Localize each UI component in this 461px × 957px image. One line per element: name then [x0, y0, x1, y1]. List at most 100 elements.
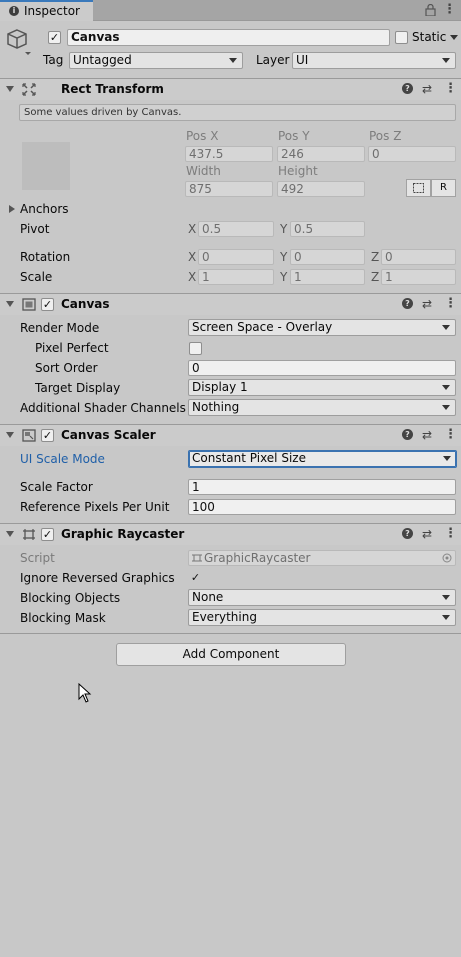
- foldout-icon[interactable]: [6, 531, 14, 537]
- width-field[interactable]: 875: [185, 181, 273, 197]
- script-icon: [192, 554, 202, 562]
- target-display-dropdown[interactable]: Display 1: [188, 379, 456, 396]
- graphic-raycaster-enabled-toggle[interactable]: ✓: [41, 528, 54, 541]
- static-toggle[interactable]: [395, 31, 408, 44]
- canvas-header[interactable]: ✓ Canvas ? ⇄ ⋮: [0, 293, 461, 315]
- ref-ppu-field[interactable]: 100: [188, 499, 456, 515]
- raw-edit-button[interactable]: R: [431, 179, 456, 197]
- tab-label: Inspector: [24, 4, 80, 18]
- pixel-perfect-label: Pixel Perfect: [35, 341, 109, 355]
- ui-scale-mode-dropdown[interactable]: Constant Pixel Size: [188, 450, 457, 468]
- chevron-down-icon: [443, 456, 451, 461]
- gameobject-name-input[interactable]: Canvas: [67, 29, 390, 46]
- canvas-scaler-header[interactable]: ✓ Canvas Scaler ? ⇄ ⋮: [0, 424, 461, 446]
- foldout-icon[interactable]: [6, 86, 14, 92]
- canvas-scaler-enabled-toggle[interactable]: ✓: [41, 429, 54, 442]
- info-icon: i: [9, 6, 19, 16]
- pos-z-field[interactable]: 0: [368, 146, 456, 162]
- preset-icon[interactable]: ⇄: [422, 82, 432, 96]
- layer-dropdown[interactable]: UI: [292, 52, 456, 69]
- tag-dropdown[interactable]: Untagged: [69, 52, 243, 69]
- target-display-label: Target Display: [35, 381, 121, 395]
- tab-inspector[interactable]: i Inspector: [0, 0, 93, 21]
- preset-icon[interactable]: ⇄: [422, 297, 432, 311]
- blueprint-mode-button[interactable]: [406, 179, 431, 197]
- pivot-x-field[interactable]: 0.5: [198, 221, 274, 237]
- rotation-y-field[interactable]: 0: [290, 249, 365, 265]
- shader-channels-label: Additional Shader Channels: [20, 401, 186, 415]
- script-field[interactable]: GraphicRaycaster: [188, 550, 456, 566]
- canvas-scaler-icon: [22, 429, 36, 442]
- ignore-reversed-checkbox[interactable]: ✓: [189, 572, 202, 585]
- help-icon[interactable]: ?: [402, 528, 413, 539]
- scale-z-field[interactable]: 1: [381, 269, 456, 285]
- gameobject-active-toggle[interactable]: ✓: [48, 31, 61, 44]
- foldout-icon[interactable]: [6, 301, 14, 307]
- pivot-y-field[interactable]: 0.5: [290, 221, 365, 237]
- chevron-down-icon: [442, 58, 450, 63]
- add-component-button[interactable]: Add Component: [116, 643, 346, 666]
- blocking-objects-dropdown[interactable]: None: [188, 589, 456, 606]
- render-mode-dropdown[interactable]: Screen Space - Overlay: [188, 319, 456, 336]
- scale-label: Scale: [20, 270, 53, 284]
- graphic-raycaster-icon: [23, 529, 35, 540]
- pixel-perfect-checkbox[interactable]: [189, 342, 202, 355]
- canvas-scaler-title: Canvas Scaler: [61, 428, 156, 442]
- foldout-icon[interactable]: [6, 432, 14, 438]
- lock-icon[interactable]: [425, 4, 436, 16]
- shader-channels-dropdown[interactable]: Nothing: [188, 399, 456, 416]
- scale-x-field[interactable]: 1: [198, 269, 274, 285]
- rotation-z-axis-label: Z: [371, 250, 380, 264]
- object-picker-icon[interactable]: [442, 553, 452, 563]
- pivot-label: Pivot: [20, 222, 50, 236]
- rect-transform-title: Rect Transform: [61, 82, 164, 96]
- script-label: Script: [20, 551, 55, 565]
- static-dropdown-arrow-icon[interactable]: [450, 35, 458, 40]
- layer-value: UI: [296, 53, 309, 67]
- pos-y-field[interactable]: 246: [277, 146, 365, 162]
- rect-transform-header[interactable]: Rect Transform ? ⇄ ⋮: [0, 78, 461, 100]
- driven-values-info: Some values driven by Canvas.: [19, 104, 456, 121]
- canvas-title: Canvas: [61, 297, 110, 311]
- component-menu-icon[interactable]: ⋮: [444, 526, 457, 541]
- blocking-mask-value: Everything: [192, 610, 257, 624]
- preset-icon[interactable]: ⇄: [422, 527, 432, 541]
- ui-scale-mode-label: UI Scale Mode: [20, 452, 105, 466]
- chevron-down-icon: [229, 58, 237, 63]
- rotation-y-axis-label: Y: [280, 250, 288, 264]
- chevron-down-icon: [442, 615, 450, 620]
- render-mode-value: Screen Space - Overlay: [192, 320, 333, 334]
- scale-y-field[interactable]: 1: [290, 269, 365, 285]
- blocking-mask-label: Blocking Mask: [20, 611, 106, 625]
- component-menu-icon[interactable]: ⋮: [444, 81, 457, 96]
- tab-menu-icon[interactable]: ⋮: [443, 2, 456, 17]
- blocking-mask-dropdown[interactable]: Everything: [188, 609, 456, 626]
- anchors-label[interactable]: Anchors: [20, 202, 69, 216]
- ui-scale-mode-value: Constant Pixel Size: [192, 451, 306, 465]
- height-field[interactable]: 492: [277, 181, 365, 197]
- mouse-cursor-icon: [78, 683, 92, 703]
- rotation-x-field[interactable]: 0: [198, 249, 274, 265]
- width-label: Width: [186, 164, 221, 178]
- graphic-raycaster-header[interactable]: ✓ Graphic Raycaster ? ⇄ ⋮: [0, 523, 461, 545]
- height-label: Height: [278, 164, 318, 178]
- anchors-foldout-icon[interactable]: [9, 205, 15, 213]
- graphic-raycaster-title: Graphic Raycaster: [61, 527, 185, 541]
- tab-bar: i Inspector ⋮: [0, 0, 461, 21]
- components-end-divider: [0, 633, 461, 634]
- component-menu-icon[interactable]: ⋮: [444, 296, 457, 311]
- help-icon[interactable]: ?: [402, 298, 413, 309]
- static-label: Static: [412, 30, 447, 44]
- help-icon[interactable]: ?: [402, 429, 413, 440]
- help-icon[interactable]: ?: [402, 83, 413, 94]
- rect-transform-icon: [22, 83, 36, 96]
- component-menu-icon[interactable]: ⋮: [444, 427, 457, 442]
- canvas-enabled-toggle[interactable]: ✓: [41, 298, 54, 311]
- rotation-z-field[interactable]: 0: [381, 249, 456, 265]
- scale-z-axis-label: Z: [371, 270, 380, 284]
- preset-icon[interactable]: ⇄: [422, 428, 432, 442]
- pos-x-field[interactable]: 437.5: [185, 146, 273, 162]
- scale-factor-field[interactable]: 1: [188, 479, 456, 495]
- render-mode-label: Render Mode: [20, 321, 100, 335]
- sort-order-field[interactable]: 0: [188, 360, 456, 376]
